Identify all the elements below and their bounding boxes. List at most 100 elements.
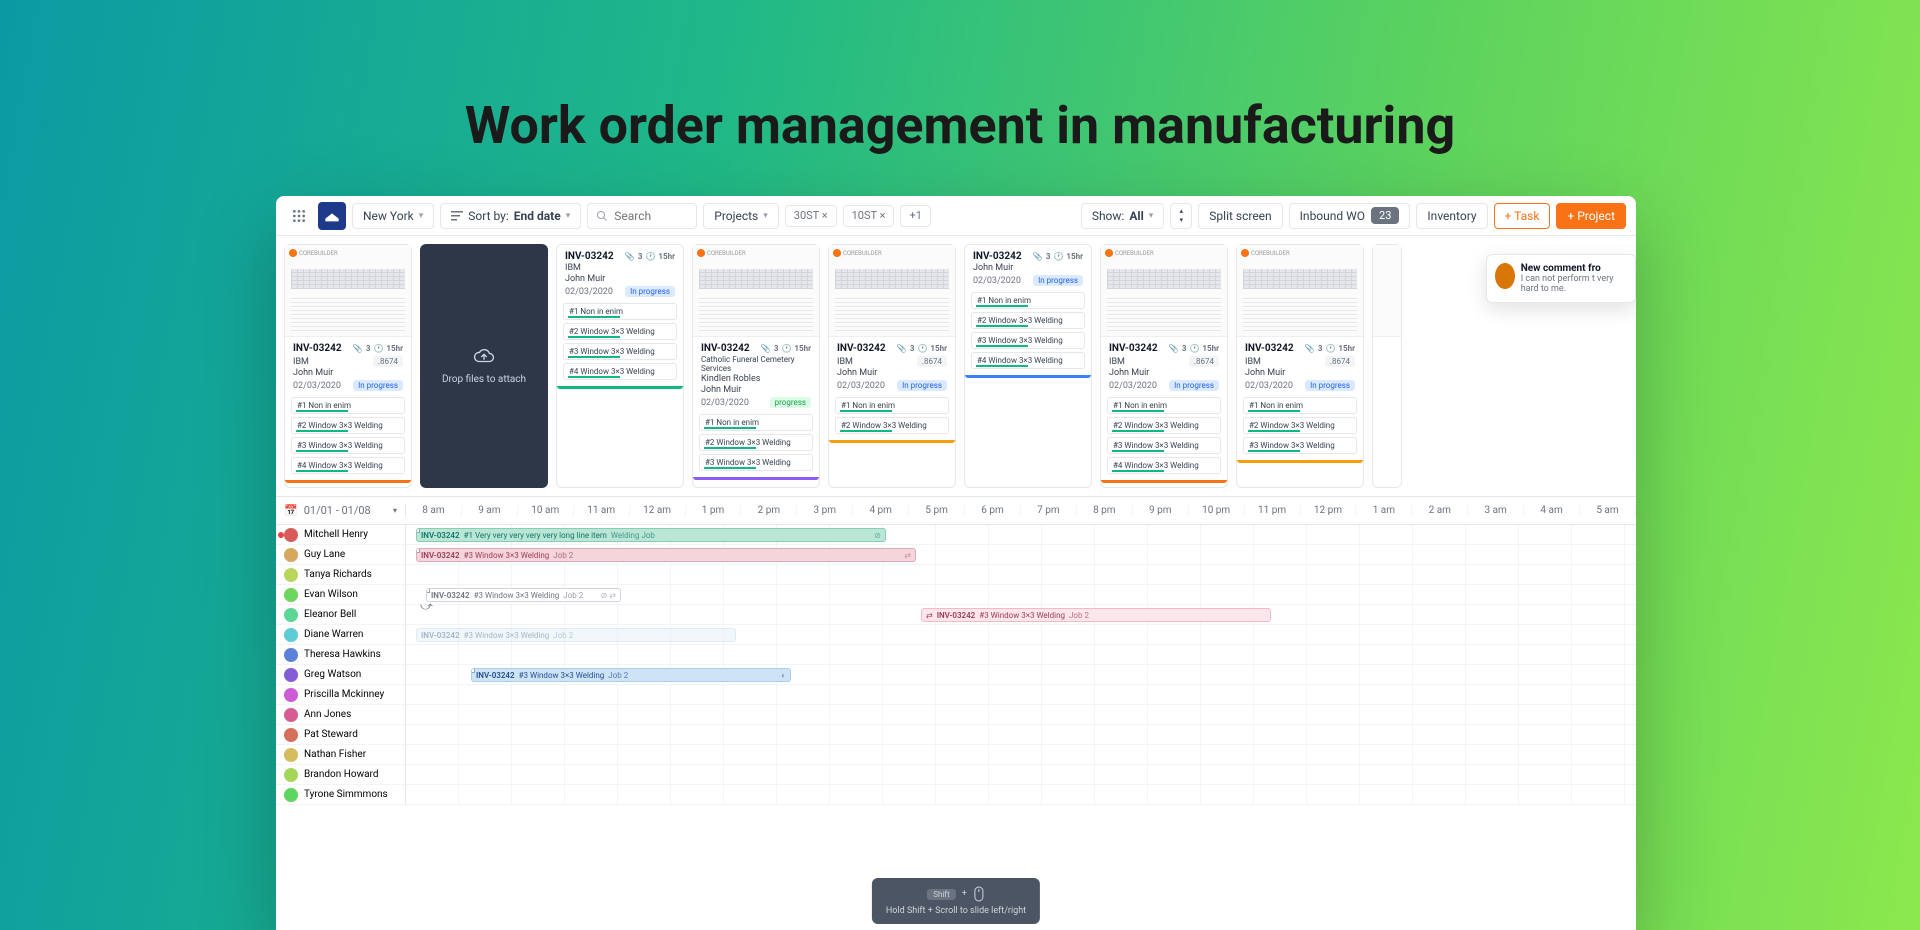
wo-card[interactable]: COREBUILDER INV-03242 3 15hr IBM.8674 Jo… bbox=[284, 244, 412, 488]
person-cell[interactable]: Tanya Richards bbox=[276, 565, 406, 584]
timeline-track[interactable] bbox=[406, 705, 1636, 724]
task-item[interactable]: #4 Window 3×3 Welding bbox=[291, 457, 405, 474]
task-item[interactable]: #3 Window 3×3 Welding bbox=[971, 332, 1085, 349]
task-item[interactable]: #3 Window 3×3 Welding bbox=[1107, 437, 1221, 454]
sort-dropdown[interactable]: Sort by: End date▾ bbox=[440, 203, 581, 229]
brand-logo[interactable] bbox=[318, 202, 346, 230]
timeline-track[interactable]: INV-03242#3 Window 3×3 WeldingJob 2⇄ bbox=[406, 545, 1636, 564]
timeline-track[interactable]: INV-03242#3 Window 3×3 WeldingJob 2⊘ ⇄⤻ bbox=[406, 585, 1636, 604]
bar-end-icon[interactable]: ⊘ bbox=[874, 531, 881, 540]
timeline-bar[interactable]: INV-03242#3 Window 3×3 WeldingJob 2⊘ ⇄ bbox=[426, 588, 621, 602]
timeline-track[interactable]: INV-03242#1 Very very very very very lon… bbox=[406, 525, 1636, 544]
time-col: 1 am bbox=[1356, 505, 1412, 516]
comment-popup[interactable]: New comment fro I can not perform t very… bbox=[1486, 254, 1636, 303]
timeline-track[interactable] bbox=[406, 685, 1636, 704]
avatar bbox=[284, 608, 298, 622]
projects-dropdown[interactable]: Projects▾ bbox=[703, 203, 779, 229]
inventory-button[interactable]: Inventory bbox=[1416, 203, 1487, 229]
timeline-bar[interactable]: INV-03242#3 Window 3×3 WeldingJob 2◐ bbox=[471, 668, 791, 682]
wo-card[interactable]: INV-03242 3 15hr IBM John Muir 02/03/202… bbox=[556, 244, 684, 488]
filter-chip-10st[interactable]: 10ST × bbox=[843, 205, 895, 227]
location-dropdown[interactable]: New York▾ bbox=[352, 203, 434, 229]
resize-handle[interactable] bbox=[416, 528, 420, 533]
timeline-track[interactable] bbox=[406, 645, 1636, 664]
task-item[interactable]: #2 Window 3×3 Welding bbox=[699, 434, 813, 451]
resize-handle[interactable] bbox=[426, 588, 430, 593]
task-item[interactable]: #3 Window 3×3 Welding bbox=[1243, 437, 1357, 454]
file-drop-zone[interactable]: Drop files to attach bbox=[420, 244, 548, 488]
person-cell[interactable]: Evan Wilson bbox=[276, 585, 406, 604]
apps-icon[interactable] bbox=[286, 203, 312, 229]
filter-chip-more[interactable]: +1 bbox=[900, 205, 930, 227]
timeline-track[interactable] bbox=[406, 565, 1636, 584]
timeline-track[interactable]: INV-03242#3 Window 3×3 WeldingJob 2◐ bbox=[406, 665, 1636, 684]
task-item[interactable]: #1 Non in enim bbox=[291, 397, 405, 414]
person-cell[interactable]: Tyrone Simmmons bbox=[276, 785, 406, 804]
task-item[interactable]: #2 Window 3×3 Welding bbox=[835, 417, 949, 434]
resize-handle[interactable] bbox=[471, 668, 475, 673]
task-item[interactable]: #1 Non in enim bbox=[971, 292, 1085, 309]
task-item[interactable]: #2 Window 3×3 Welding bbox=[971, 312, 1085, 329]
person-cell[interactable]: Pat Steward bbox=[276, 725, 406, 744]
show-dropdown[interactable]: Show: All▾ bbox=[1081, 203, 1164, 229]
date-range-picker[interactable]: 01/01 - 01/08 ▾ bbox=[276, 504, 406, 517]
person-cell[interactable]: Mitchell Henry bbox=[276, 525, 406, 544]
task-item[interactable]: #3 Window 3×3 Welding bbox=[291, 437, 405, 454]
task-item[interactable]: #1 Non in enim bbox=[1243, 397, 1357, 414]
task-item[interactable]: #2 Window 3×3 Welding bbox=[291, 417, 405, 434]
timeline-bar[interactable]: INV-03242#3 Window 3×3 WeldingJob 2 bbox=[416, 628, 736, 642]
timeline-track[interactable] bbox=[406, 765, 1636, 784]
wo-card-partial[interactable] bbox=[1372, 244, 1402, 488]
person-cell[interactable]: Theresa Hawkins bbox=[276, 645, 406, 664]
timeline-track[interactable] bbox=[406, 745, 1636, 764]
wo-card[interactable]: COREBUILDER INV-03242 3 15hr Catholic Fu… bbox=[692, 244, 820, 488]
timeline-bar[interactable]: INV-03242#3 Window 3×3 WeldingJob 2⇄ bbox=[416, 548, 916, 562]
timeline-track[interactable] bbox=[406, 785, 1636, 804]
split-screen-button[interactable]: Split screen bbox=[1198, 203, 1282, 229]
search-input-wrap[interactable] bbox=[587, 203, 697, 229]
task-item[interactable]: #1 Non in enim bbox=[835, 397, 949, 414]
task-item[interactable]: #2 Window 3×3 Welding bbox=[1243, 417, 1357, 434]
add-project-button[interactable]: + Project bbox=[1556, 203, 1626, 229]
wo-card[interactable]: COREBUILDER INV-03242 3 15hr IBM.8674 Jo… bbox=[1100, 244, 1228, 488]
task-item[interactable]: #1 Non in enim bbox=[699, 414, 813, 431]
bar-end-icon[interactable]: ⇄ bbox=[904, 551, 911, 560]
task-item[interactable]: #2 Window 3×3 Welding bbox=[1107, 417, 1221, 434]
time-col: 8 am bbox=[406, 505, 462, 516]
task-item[interactable]: #1 Non in enim bbox=[563, 303, 677, 320]
person-cell[interactable]: Diane Warren bbox=[276, 625, 406, 644]
add-task-button[interactable]: + Task bbox=[1494, 203, 1551, 229]
resize-handle[interactable] bbox=[416, 548, 420, 553]
comment-text: I can not perform t very hard to me. bbox=[1521, 274, 1627, 294]
wo-card[interactable]: COREBUILDER INV-03242 3 15hr IBM.8674 Jo… bbox=[828, 244, 956, 488]
filter-chip-30st[interactable]: 30ST × bbox=[785, 205, 837, 227]
wo-card[interactable]: INV-03242 3 15hr John Muir 02/03/2020In … bbox=[964, 244, 1092, 488]
task-item[interactable]: #4 Window 3×3 Welding bbox=[1107, 457, 1221, 474]
wo-card[interactable]: COREBUILDER INV-03242 3 15hr IBM.8674 Jo… bbox=[1236, 244, 1364, 488]
person-cell[interactable]: Guy Lane bbox=[276, 545, 406, 564]
task-item[interactable]: #3 Window 3×3 Welding bbox=[563, 343, 677, 360]
bar-end-icon[interactable]: ⊘ ⇄ bbox=[601, 591, 616, 600]
task-item[interactable]: #3 Window 3×3 Welding bbox=[699, 454, 813, 471]
person-cell[interactable]: Nathan Fisher bbox=[276, 745, 406, 764]
timeline-track[interactable]: INV-03242#3 Window 3×3 WeldingJob 2 bbox=[406, 625, 1636, 644]
avatar bbox=[284, 528, 298, 542]
person-cell[interactable]: Priscilla Mckinney bbox=[276, 685, 406, 704]
task-item[interactable]: #1 Non in enim bbox=[1107, 397, 1221, 414]
search-input[interactable] bbox=[614, 209, 684, 223]
person-cell[interactable]: Greg Watson bbox=[276, 665, 406, 684]
person-cell[interactable]: Brandon Howard bbox=[276, 765, 406, 784]
task-item[interactable]: #4 Window 3×3 Welding bbox=[971, 352, 1085, 369]
inbound-wo-button[interactable]: Inbound WO 23 bbox=[1289, 203, 1411, 229]
timeline-track[interactable] bbox=[406, 725, 1636, 744]
nav-arrows[interactable]: ▴▾ bbox=[1170, 203, 1192, 229]
bar-end-icon[interactable]: ◐ bbox=[781, 671, 786, 680]
thumb-brand: COREBUILDER bbox=[697, 249, 815, 257]
timeline-bar[interactable]: INV-03242#1 Very very very very very lon… bbox=[416, 528, 886, 542]
person-cell[interactable]: Eleanor Bell bbox=[276, 605, 406, 624]
person-cell[interactable]: Ann Jones bbox=[276, 705, 406, 724]
task-item[interactable]: #4 Window 3×3 Welding bbox=[563, 363, 677, 380]
task-item[interactable]: #2 Window 3×3 Welding bbox=[563, 323, 677, 340]
timeline-track[interactable]: ⇄INV-03242#3 Window 3×3 WeldingJob 2 bbox=[406, 605, 1636, 624]
timeline-bar[interactable]: ⇄INV-03242#3 Window 3×3 WeldingJob 2 bbox=[921, 608, 1271, 622]
